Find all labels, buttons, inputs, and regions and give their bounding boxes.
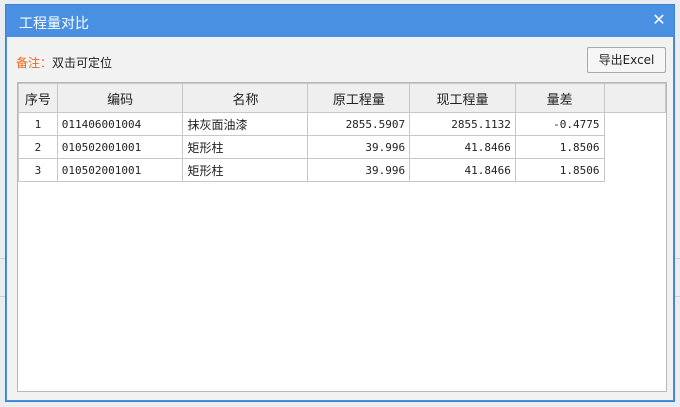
column-header-original[interactable]: 原工程量 [307, 83, 411, 113]
column-header-current[interactable]: 现工程量 [409, 83, 516, 113]
cell-diff: 1.8506 [514, 158, 605, 182]
cell-original: 39.996 [307, 158, 411, 182]
cell-index: 3 [18, 158, 58, 182]
cell-name: 矩形柱 [182, 135, 309, 159]
comparison-grid[interactable]: 序号 编码 名称 原工程量 现工程量 量差 1 011406001004 抹灰面… [17, 82, 667, 392]
cell-code: 010502001001 [56, 135, 184, 159]
cell-index: 1 [18, 112, 58, 136]
cell-index: 2 [18, 135, 58, 159]
cell-code: 011406001004 [56, 112, 184, 136]
cell-diff: -0.4775 [514, 112, 605, 136]
close-icon[interactable]: ✕ [650, 11, 668, 29]
cell-name: 抹灰面油漆 [182, 112, 309, 136]
cell-original: 39.996 [307, 135, 411, 159]
column-header-index[interactable]: 序号 [18, 83, 58, 113]
cell-original: 2855.5907 [307, 112, 411, 136]
dialog-titlebar[interactable]: 工程量对比 ✕ [6, 5, 674, 37]
column-header-name[interactable]: 名称 [182, 83, 309, 113]
column-header-code[interactable]: 编码 [56, 83, 184, 113]
note: 备注：双击可定位 [16, 54, 112, 71]
table-row[interactable]: 1 011406001004 抹灰面油漆 2855.5907 2855.1132… [18, 112, 666, 136]
quantity-compare-dialog: 工程量对比 ✕ 备注：双击可定位 导出Excel 序号 编码 名称 原工程量 现… [5, 4, 675, 402]
note-text: 双击可定位 [52, 56, 113, 70]
note-label: 备注： [16, 56, 53, 70]
cell-diff: 1.8506 [514, 135, 605, 159]
cell-current: 41.8466 [409, 158, 516, 182]
column-header-diff[interactable]: 量差 [514, 83, 605, 113]
table-row[interactable]: 3 010502001001 矩形柱 39.996 41.8466 1.8506 [18, 158, 666, 182]
dialog-title: 工程量对比 [19, 16, 89, 32]
cell-code: 010502001001 [56, 158, 184, 182]
cell-current: 2855.1132 [409, 112, 516, 136]
export-excel-button[interactable]: 导出Excel [587, 47, 666, 73]
cell-name: 矩形柱 [182, 158, 309, 182]
table-header-row: 序号 编码 名称 原工程量 现工程量 量差 [18, 83, 667, 113]
comparison-table: 序号 编码 名称 原工程量 现工程量 量差 1 011406001004 抹灰面… [18, 83, 667, 182]
column-header-filler [603, 83, 667, 113]
table-row[interactable]: 2 010502001001 矩形柱 39.996 41.8466 1.8506 [18, 135, 666, 159]
cell-current: 41.8466 [409, 135, 516, 159]
dialog-body: 备注：双击可定位 导出Excel 序号 编码 名称 原工程量 现工程量 量差 1… [7, 37, 673, 400]
